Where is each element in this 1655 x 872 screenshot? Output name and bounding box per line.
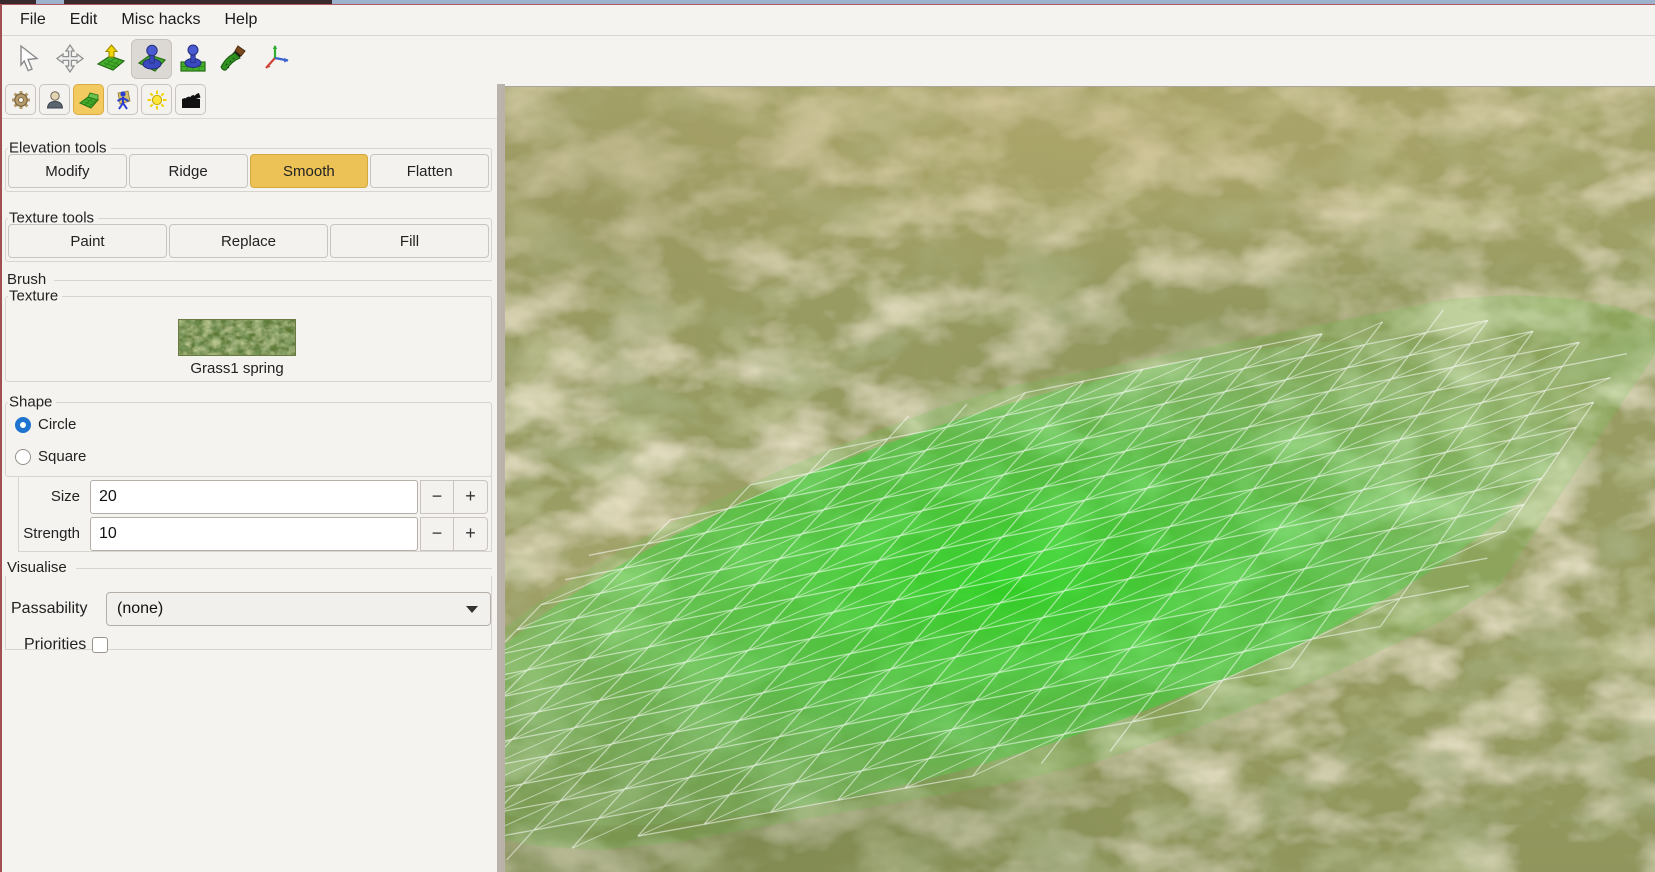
brush-params-group: Size − + Strength − + [18,476,492,552]
window-left-border [0,5,2,872]
brush-texture-title: Texture [8,288,62,305]
texture-tools-group: Texture tools Paint Replace Fill [5,218,492,262]
size-decrease-button[interactable]: − [420,480,454,514]
modify-button[interactable]: Modify [8,154,127,188]
chevron-down-icon [466,606,478,613]
size-increase-button[interactable]: + [454,480,488,514]
size-input[interactable] [90,480,418,514]
size-label: Size [5,488,90,505]
elevation-tools-group: Elevation tools Modify Ridge Smooth Flat… [5,148,492,192]
actor-icon[interactable] [107,84,138,115]
flatten-elevation-icon[interactable] [172,39,213,79]
terrain-viewport[interactable] [505,86,1655,872]
splitter-sash[interactable] [497,84,505,872]
visualise-title: Visualise [7,559,72,576]
paint-button[interactable]: Paint [8,224,167,258]
map-settings-gear-icon[interactable] [5,84,36,115]
strength-decrease-button[interactable]: − [420,517,454,551]
smooth-elevation-icon[interactable] [131,39,172,79]
shape-square-label: Square [38,448,86,465]
shape-circle-label: Circle [38,416,76,433]
menu-edit[interactable]: Edit [58,7,110,33]
menubar: File Edit Misc hacks Help [0,5,1655,36]
menu-help[interactable]: Help [212,7,269,33]
shape-title: Shape [8,394,56,411]
menu-file[interactable]: File [8,7,58,33]
shape-circle-radio[interactable] [15,417,31,433]
priorities-checkbox[interactable] [92,637,108,653]
passability-value: (none) [117,600,163,618]
passability-select[interactable]: (none) [106,592,491,626]
sun-icon[interactable] [141,84,172,115]
smooth-button[interactable]: Smooth [250,154,369,188]
mode-toolbar [2,81,497,119]
move-icon[interactable] [49,39,90,79]
menu-misc-hacks[interactable]: Misc hacks [109,7,212,33]
brush-texture-group: Texture Grass1 spring [5,296,492,382]
strength-label: Strength [5,525,90,542]
strength-input[interactable] [90,517,418,551]
paint-texture-icon[interactable] [213,39,254,79]
selected-texture-thumbnail[interactable] [178,319,296,356]
axes-icon[interactable] [254,39,295,79]
ridge-button[interactable]: Ridge [129,154,248,188]
cinematics-icon[interactable] [175,84,206,115]
replace-button[interactable]: Replace [169,224,328,258]
shape-square-radio[interactable] [15,449,31,465]
player-icon[interactable] [39,84,70,115]
passability-label: Passability [11,600,87,618]
raise-elevation-icon[interactable] [90,39,131,79]
brush-title: Brush [7,271,51,288]
fill-button[interactable]: Fill [330,224,489,258]
priorities-label: Priorities [24,636,86,654]
brush-shape-group: Shape Circle Square [5,402,492,477]
main-toolbar [2,37,1655,81]
selected-texture-name: Grass1 spring [6,360,468,377]
flatten-button[interactable]: Flatten [370,154,489,188]
visualise-group: Passability (none) Priorities [5,576,492,650]
select-cursor-icon[interactable] [8,39,49,79]
terrain-icon[interactable] [73,84,104,115]
tool-sidebar: Elevation tools Modify Ridge Smooth Flat… [2,119,497,872]
strength-increase-button[interactable]: + [454,517,488,551]
